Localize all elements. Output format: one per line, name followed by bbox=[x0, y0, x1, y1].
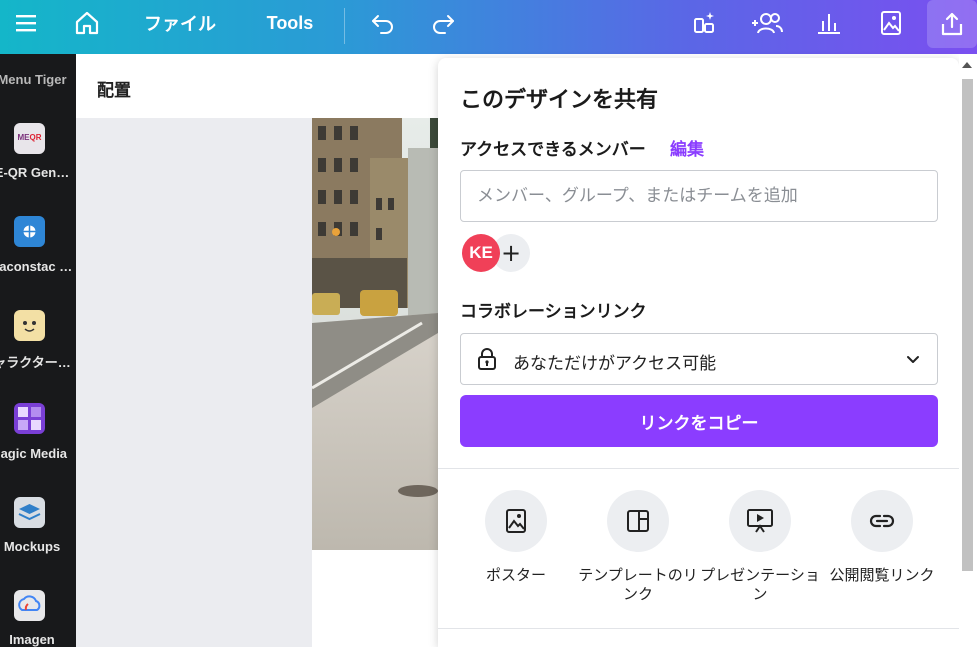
canvas-page-area[interactable] bbox=[312, 550, 438, 647]
share-option-label: テンプレートのリンク bbox=[578, 566, 698, 603]
beaconstac-icon[interactable] bbox=[14, 216, 45, 247]
character-icon[interactable] bbox=[14, 310, 45, 341]
copy-link-button[interactable]: リンクをコピー bbox=[460, 395, 938, 447]
scroll-up-icon[interactable] bbox=[962, 62, 972, 68]
insights-icon[interactable] bbox=[810, 0, 848, 46]
share-panel: このデザインを共有 アクセスできるメンバー 編集 KE + コラボレーションリン… bbox=[438, 58, 959, 647]
share-option-template-link[interactable]: テンプレートのリンク bbox=[576, 490, 700, 604]
arrange-button[interactable]: 配置 bbox=[97, 76, 131, 101]
presentation-icon bbox=[747, 509, 773, 533]
poster-icon bbox=[506, 509, 526, 533]
avatar[interactable]: KE bbox=[462, 234, 500, 272]
file-menu-button[interactable]: ファイル bbox=[134, 0, 226, 46]
collaborators-icon[interactable] bbox=[746, 0, 788, 46]
panel-divider bbox=[438, 468, 959, 469]
share-option-label: プレゼンテーション bbox=[700, 566, 820, 603]
image-icon[interactable] bbox=[872, 0, 910, 46]
sidebar-item-mockups[interactable]: Mockups bbox=[0, 539, 72, 554]
menu-icon[interactable] bbox=[6, 0, 46, 46]
link-icon bbox=[869, 514, 895, 528]
sidebar-item-menu-tiger[interactable]: Menu Tiger bbox=[0, 72, 72, 87]
collab-link-label: コラボレーションリンク bbox=[460, 302, 647, 322]
sidebar-item-character[interactable]: ャラクター… bbox=[0, 352, 72, 371]
design-photo[interactable] bbox=[312, 118, 438, 550]
scrollbar-thumb[interactable] bbox=[962, 79, 973, 571]
link-access-select[interactable]: あなただけがアクセス可能 bbox=[460, 333, 938, 385]
panel-divider bbox=[438, 628, 959, 629]
toolbar-divider bbox=[344, 8, 345, 44]
share-panel-title: このデザインを共有 bbox=[460, 88, 659, 113]
chevron-down-icon bbox=[907, 356, 919, 363]
share-option-label: ポスター bbox=[485, 566, 546, 584]
link-access-value: あなただけがアクセス可能 bbox=[513, 354, 717, 374]
share-button[interactable] bbox=[927, 0, 977, 48]
imagen-icon[interactable] bbox=[14, 590, 45, 621]
add-member-input[interactable] bbox=[460, 170, 938, 222]
access-members-label: アクセスできるメンバー bbox=[460, 140, 646, 160]
share-upload-icon bbox=[941, 12, 963, 36]
qr-generator-icon[interactable]: MEQR bbox=[14, 123, 45, 154]
tools-menu-button[interactable]: Tools bbox=[256, 0, 324, 46]
magic-resize-icon[interactable] bbox=[686, 0, 724, 46]
apps-sidebar: Menu Tiger MEQR E-QR Gen… eaconstac … ャラ… bbox=[0, 54, 76, 647]
share-option-label: 公開閲覧リンク bbox=[829, 566, 935, 584]
mockups-icon[interactable] bbox=[14, 497, 45, 528]
redo-icon[interactable] bbox=[424, 0, 462, 46]
undo-icon[interactable] bbox=[364, 0, 402, 46]
sidebar-item-beaconstac[interactable]: eaconstac … bbox=[0, 259, 72, 274]
share-option-presentation[interactable]: プレゼンテーション bbox=[698, 490, 822, 604]
sidebar-item-magic-media[interactable]: lagic Media bbox=[0, 446, 72, 461]
template-icon bbox=[627, 510, 649, 532]
top-toolbar: ファイル Tools bbox=[0, 0, 977, 54]
home-icon[interactable] bbox=[66, 0, 108, 46]
share-option-public-link[interactable]: 公開閲覧リンク bbox=[820, 490, 944, 585]
plus-icon: + bbox=[500, 239, 522, 267]
lock-icon bbox=[478, 348, 496, 370]
share-option-poster[interactable]: ポスター bbox=[454, 490, 578, 585]
sidebar-item-qr-generator[interactable]: E-QR Gen… bbox=[0, 165, 72, 180]
edit-permission-link[interactable]: 編集 bbox=[670, 135, 704, 160]
magic-media-icon[interactable] bbox=[14, 403, 45, 434]
sidebar-item-imagen[interactable]: Imagen bbox=[0, 632, 72, 647]
